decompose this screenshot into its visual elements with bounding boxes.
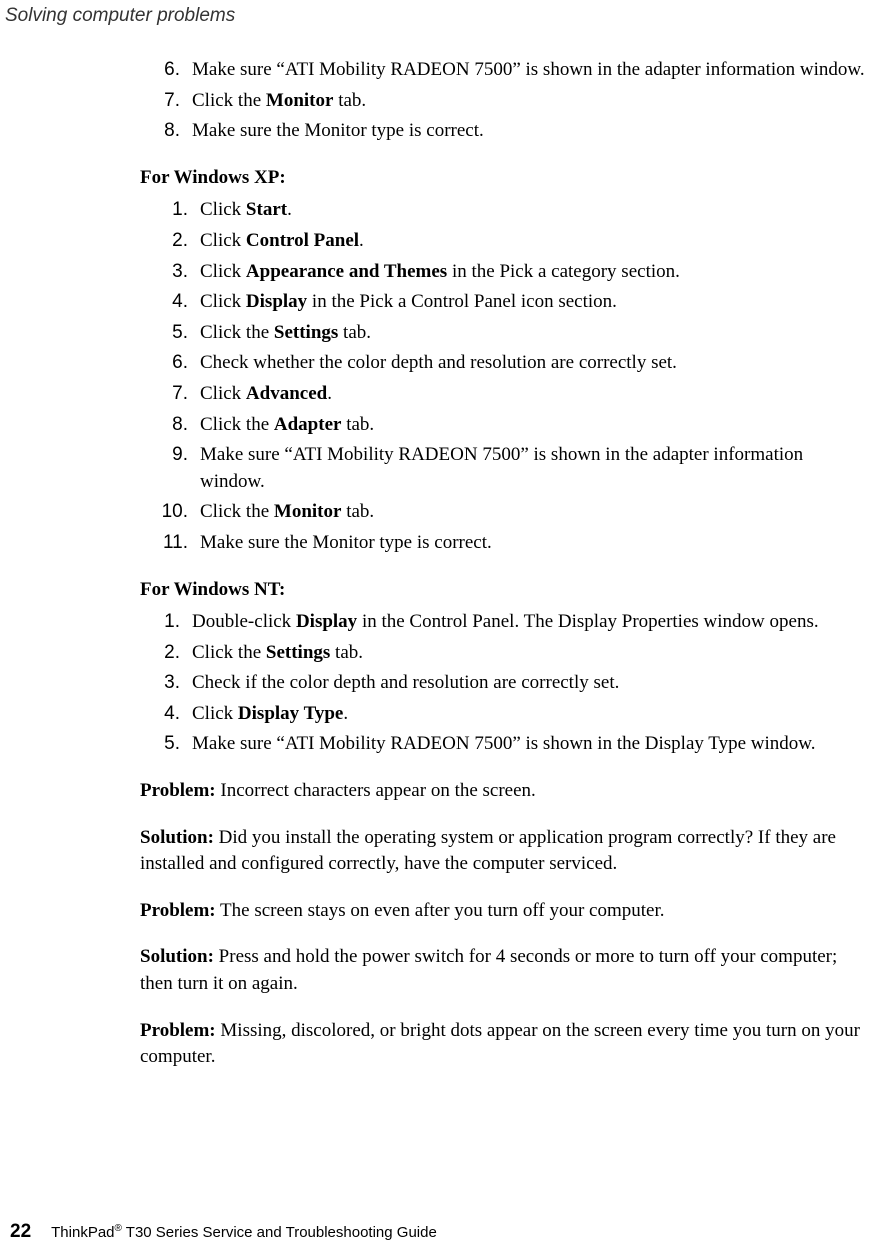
body-content: 6.Make sure “ATI Mobility RADEON 7500” i… — [140, 57, 866, 1071]
nt-steps-item: 4.Click Display Type. — [140, 701, 866, 728]
step-text: Click Display Type. — [192, 701, 866, 728]
nt-steps-item: 3.Check if the color depth and resolutio… — [140, 670, 866, 697]
step-number: 7. — [140, 88, 192, 115]
para-label: Problem: — [140, 900, 216, 921]
xp-steps-item: 3.Click Appearance and Themes in the Pic… — [140, 259, 866, 286]
xp-steps-item: 9.Make sure “ATI Mobility RADEON 7500” i… — [140, 442, 866, 495]
step-number: 10. — [140, 499, 200, 526]
para-label: Problem: — [140, 780, 216, 801]
step-text: Click Control Panel. — [200, 228, 866, 255]
para-text: The screen stays on even after you turn … — [216, 900, 665, 921]
step-text: Check if the color depth and resolution … — [192, 670, 866, 697]
footer-text: ThinkPad® T30 Series Service and Trouble… — [51, 1223, 437, 1241]
step-number: 1. — [140, 609, 192, 636]
nt-steps-item: 2.Click the Settings tab. — [140, 640, 866, 667]
step-number: 2. — [140, 640, 192, 667]
step-number: 11. — [140, 530, 200, 557]
xp-steps-item: 4.Click Display in the Pick a Control Pa… — [140, 289, 866, 316]
step-text: Make sure “ATI Mobility RADEON 7500” is … — [192, 731, 866, 758]
page-number: 22 — [10, 1221, 31, 1243]
step-number: 1. — [140, 197, 200, 224]
para-text: Did you install the operating system or … — [140, 827, 836, 875]
para-text: Press and hold the power switch for 4 se… — [140, 946, 837, 994]
xp-steps-item: 8.Click the Adapter tab. — [140, 412, 866, 439]
para-label: Solution: — [140, 946, 214, 967]
xp-steps-item: 2.Click Control Panel. — [140, 228, 866, 255]
paragraph: Problem: Missing, discolored, or bright … — [140, 1018, 866, 1071]
para-text: Incorrect characters appear on the scree… — [216, 780, 536, 801]
para-label: Problem: — [140, 1020, 216, 1041]
step-number: 8. — [140, 412, 200, 439]
step-number: 3. — [140, 670, 192, 697]
xp-steps-item: 6.Check whether the color depth and reso… — [140, 350, 866, 377]
step-number: 9. — [140, 442, 200, 495]
step-text: Click the Monitor tab. — [200, 499, 866, 526]
top-steps-item: 8.Make sure the Monitor type is correct. — [140, 118, 866, 145]
nt-steps-item: 1.Double-click Display in the Control Pa… — [140, 609, 866, 636]
step-number: 5. — [140, 731, 192, 758]
step-number: 5. — [140, 320, 200, 347]
xp-steps-item: 1.Click Start. — [140, 197, 866, 224]
step-text: Click Advanced. — [200, 381, 866, 408]
para-label: Solution: — [140, 827, 214, 848]
heading-nt: For Windows NT: — [140, 577, 866, 604]
step-text: Make sure “ATI Mobility RADEON 7500” is … — [192, 57, 866, 84]
paragraph: Problem: Incorrect characters appear on … — [140, 778, 866, 805]
paragraph: Problem: The screen stays on even after … — [140, 898, 866, 925]
step-text: Click Start. — [200, 197, 866, 224]
step-text: Make sure the Monitor type is correct. — [192, 118, 866, 145]
step-number: 6. — [140, 350, 200, 377]
step-number: 4. — [140, 289, 200, 316]
top-steps-item: 7.Click the Monitor tab. — [140, 88, 866, 115]
step-number: 8. — [140, 118, 192, 145]
xp-steps-item: 7.Click Advanced. — [140, 381, 866, 408]
top-steps-item: 6.Make sure “ATI Mobility RADEON 7500” i… — [140, 57, 866, 84]
step-text: Check whether the color depth and resolu… — [200, 350, 866, 377]
paragraph: Solution: Press and hold the power switc… — [140, 944, 866, 997]
step-text: Click the Settings tab. — [192, 640, 866, 667]
nt-steps-item: 5.Make sure “ATI Mobility RADEON 7500” i… — [140, 731, 866, 758]
step-text: Click the Monitor tab. — [192, 88, 866, 115]
step-text: Make sure “ATI Mobility RADEON 7500” is … — [200, 442, 866, 495]
step-text: Click the Adapter tab. — [200, 412, 866, 439]
page-footer: 22 ThinkPad® T30 Series Service and Trou… — [10, 1221, 437, 1243]
step-text: Click the Settings tab. — [200, 320, 866, 347]
step-text: Make sure the Monitor type is correct. — [200, 530, 866, 557]
paragraph: Solution: Did you install the operating … — [140, 825, 866, 878]
step-number: 3. — [140, 259, 200, 286]
heading-xp: For Windows XP: — [140, 165, 866, 192]
step-text: Click Display in the Pick a Control Pane… — [200, 289, 866, 316]
para-text: Missing, discolored, or bright dots appe… — [140, 1020, 860, 1068]
xp-steps-item: 5.Click the Settings tab. — [140, 320, 866, 347]
step-number: 7. — [140, 381, 200, 408]
running-head: Solving computer problems — [5, 5, 866, 27]
step-text: Click Appearance and Themes in the Pick … — [200, 259, 866, 286]
step-number: 2. — [140, 228, 200, 255]
step-number: 4. — [140, 701, 192, 728]
xp-steps-item: 11.Make sure the Monitor type is correct… — [140, 530, 866, 557]
step-number: 6. — [140, 57, 192, 84]
xp-steps-item: 10.Click the Monitor tab. — [140, 499, 866, 526]
step-text: Double-click Display in the Control Pane… — [192, 609, 866, 636]
